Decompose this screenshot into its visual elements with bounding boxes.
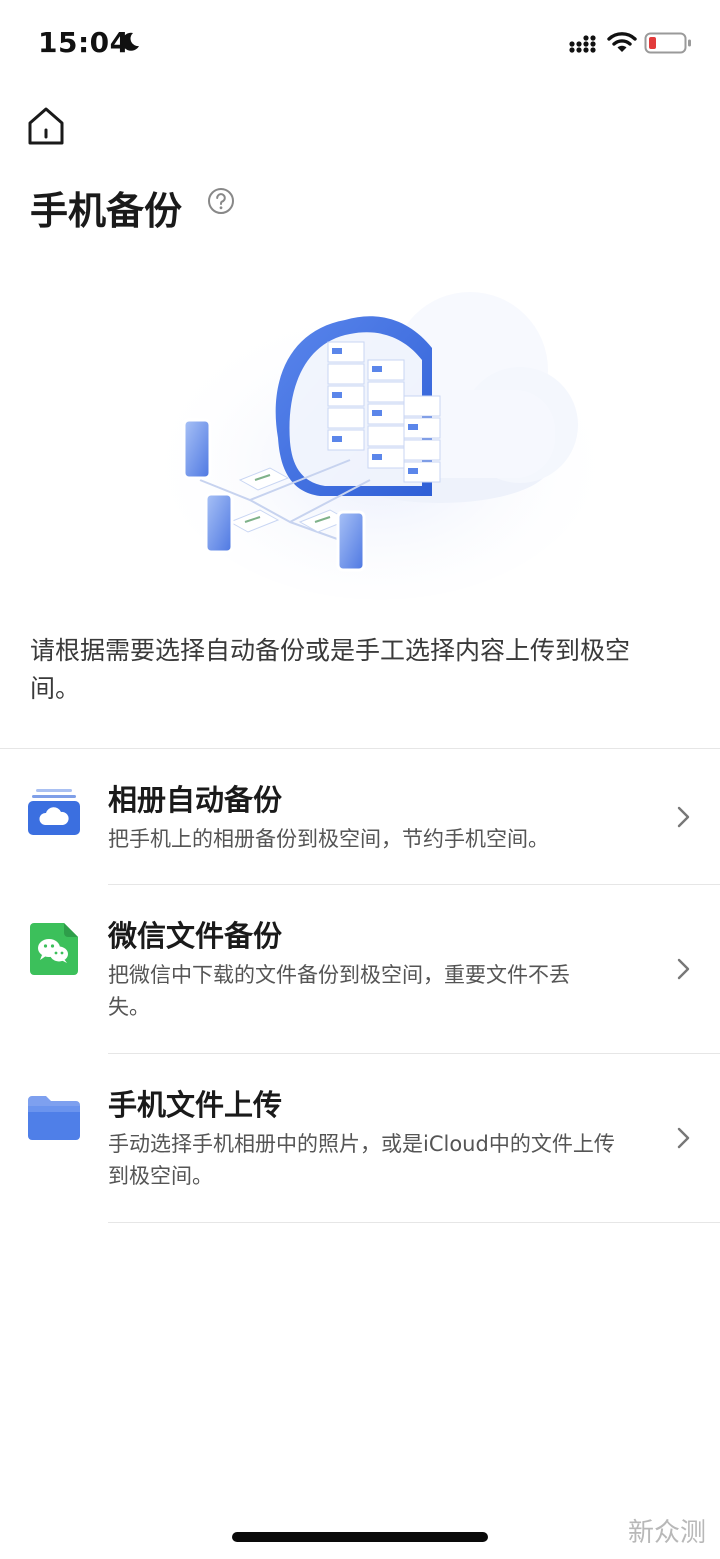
option-title: 相册自动备份: [108, 783, 283, 817]
status-time: 15:04: [38, 26, 130, 59]
chevron-right-icon: [677, 958, 690, 980]
option-album-backup[interactable]: 相册自动备份 把手机上的相册备份到极空间，节约手机空间。: [0, 749, 720, 885]
option-divider: [108, 1222, 720, 1223]
status-bar: 15:04: [0, 0, 720, 88]
cloud-album-icon: [28, 789, 80, 835]
intro-text: 请根据需要选择自动备份或是手工选择内容上传到极空间。: [30, 636, 631, 703]
home-indicator[interactable]: [232, 1532, 488, 1542]
option-title: 手机文件上传: [108, 1088, 283, 1122]
battery-icon: [644, 32, 691, 54]
option-description: 把微信中下载的文件备份到极空间，重要文件不丢失。: [108, 963, 570, 1019]
option-wechat-backup[interactable]: 微信文件备份 把微信中下载的文件备份到极空间，重要文件不丢失。: [0, 885, 720, 1054]
wechat-icon: [30, 923, 78, 975]
help-icon[interactable]: [207, 187, 235, 215]
option-description: 手动选择手机相册中的照片，或是iCloud中的文件上传到极空间。: [108, 1132, 615, 1188]
watermark: 新众测: [628, 1518, 707, 1548]
folder-icon: [28, 1096, 80, 1140]
option-title: 微信文件备份: [108, 919, 283, 953]
moon-icon: [122, 32, 139, 51]
page-title: 手机备份: [30, 189, 183, 233]
cloud-server-illustration: [160, 292, 600, 600]
option-description: 把手机上的相册备份到极空间，节约手机空间。: [108, 827, 549, 851]
chevron-right-icon: [677, 1127, 690, 1149]
option-file-upload[interactable]: 手机文件上传 手动选择手机相册中的照片，或是iCloud中的文件上传到极空间。: [0, 1054, 720, 1223]
wifi-icon: [607, 32, 637, 52]
signal-icon: [569, 35, 596, 53]
home-button[interactable]: [24, 104, 68, 148]
chevron-right-icon: [677, 806, 690, 828]
